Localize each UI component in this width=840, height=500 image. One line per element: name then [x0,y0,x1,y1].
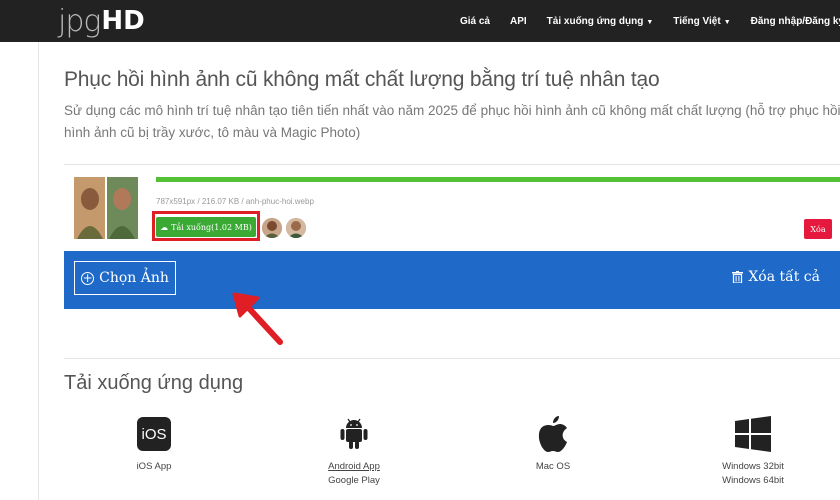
windows-icon [735,416,771,452]
result-preview-avatar[interactable] [262,218,282,238]
file-item: 787x591px / 216.07 KB / anh-phuc-hoi.web… [64,164,840,253]
app-android-sub: Google Play [328,475,380,486]
action-bar: + Chọn Ảnh Xóa tất cả [64,251,840,309]
apps-list: iOS iOS App Android App Google Play Mac … [0,414,840,500]
android-icon [340,418,368,449]
avatar-image [286,218,306,238]
page-title: Phục hồi hình ảnh cũ không mất chất lượn… [64,68,660,91]
app-mac[interactable]: Mac OS [498,414,608,474]
caret-down-icon: ▼ [646,18,654,26]
nav-item-login[interactable]: Đăng nhập/Đăng ký [751,16,840,27]
choose-image-button[interactable]: + Chọn Ảnh [74,261,176,295]
clear-all-button[interactable]: Xóa tất cả [732,269,820,285]
apple-icon [538,416,567,452]
nav-item-api[interactable]: API [510,16,527,27]
file-thumbnail [74,177,138,239]
ios-icon: iOS [137,417,171,451]
caret-down-icon: ▼ [723,18,731,26]
file-info: 787x591px / 216.07 KB / anh-phuc-hoi.web… [156,197,314,206]
nav-download-app-label: Tải xuống ứng dụng [546,15,644,27]
logo-text-jpg: jpg [58,3,101,39]
app-ios[interactable]: iOS iOS App [99,414,209,474]
logo-text-hd: HD [101,6,145,36]
plus-circle-icon: + [81,271,95,285]
choose-image-label: Chọn Ảnh [99,270,169,286]
nav-item-pricing[interactable]: Giá cả [460,16,490,27]
top-navbar: jpg HD Giá cả API Tải xuống ứng dụng ▼ Tiế… [0,0,840,42]
apps-heading: Tải xuống ứng dụng [64,372,244,394]
avatar-image [262,218,282,238]
app-mac-label: Mac OS [535,461,571,472]
highlight-box [152,211,260,241]
section-divider [64,358,840,359]
trash-icon [732,271,744,283]
nav-language-label: Tiếng Việt [673,15,721,27]
result-preview-avatar[interactable] [286,218,306,238]
nav-menu: Giá cả API Tải xuống ứng dụng ▼ Tiếng Việ… [460,0,840,42]
page-subtitle: Sử dụng các mô hình trí tuệ nhân tạo tiê… [64,103,840,140]
nav-item-download-app[interactable]: Tải xuống ứng dụng ▼ [547,16,654,27]
app-android-label: Android App [328,461,380,472]
delete-button[interactable]: Xóa [804,219,832,239]
main-content: Phục hồi hình ảnh cũ không mất chất lượn… [0,42,840,500]
app-windows[interactable]: Windows 32bit Windows 64bit [698,414,808,488]
app-android[interactable]: Android App Google Play [299,414,409,488]
nav-item-language[interactable]: Tiếng Việt ▼ [673,16,730,27]
app-windows-32-label[interactable]: Windows 32bit [698,460,808,474]
app-windows-64-label[interactable]: Windows 64bit [698,474,808,488]
logo[interactable]: jpg HD [58,0,145,42]
annotation-arrow-icon [232,292,283,345]
clear-all-label: Xóa tất cả [748,269,820,285]
app-ios-label: iOS App [136,461,172,472]
upload-progress-bar [156,177,840,182]
